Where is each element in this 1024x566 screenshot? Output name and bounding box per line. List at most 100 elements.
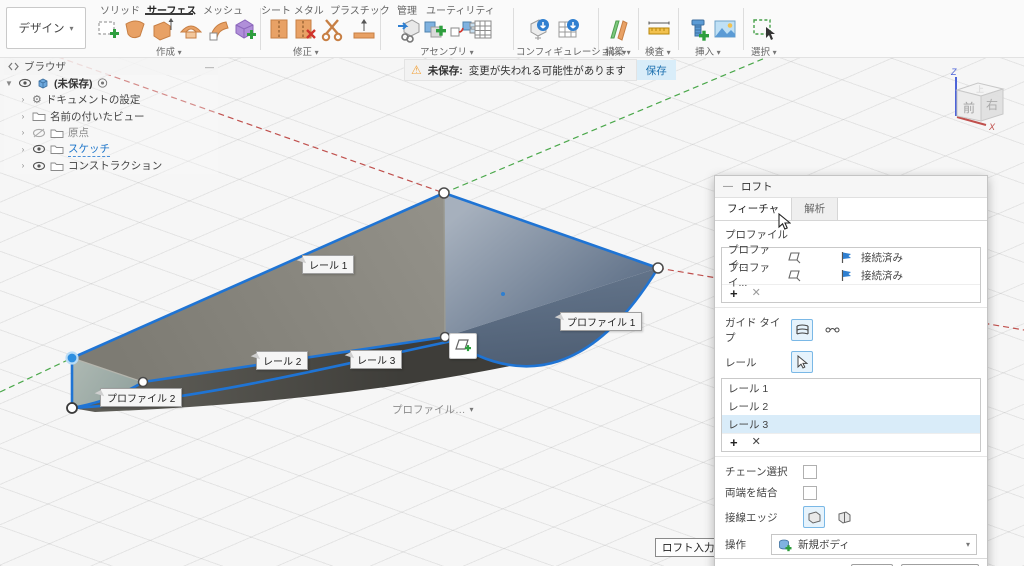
rail1-tag[interactable]: レール 1	[302, 255, 355, 274]
collapse-icon[interactable]: —	[723, 181, 733, 192]
eye-icon[interactable]	[32, 160, 46, 172]
browser-header[interactable]: ブラウザ —	[4, 58, 218, 75]
rail2-tag[interactable]: レール 2	[256, 351, 309, 370]
profile2-tag[interactable]: プロファイル 2	[100, 388, 183, 407]
bom-table-icon[interactable]	[468, 16, 494, 43]
group-insert[interactable]: 挿入 ▾	[695, 44, 721, 58]
profile-row-2[interactable]: プロファイ... 接続済み	[722, 262, 980, 289]
merge-ends-label: 両端を結合	[725, 487, 778, 499]
chevron-right-icon[interactable]: ›	[18, 128, 28, 137]
silhouette-edge	[443, 192, 446, 338]
remove-profile-row-button[interactable]: ✕	[752, 288, 761, 299]
insert-image-icon[interactable]	[712, 16, 738, 43]
tangent-edge-option2-button[interactable]	[833, 506, 855, 528]
workspace-selector-button[interactable]: デザイン ▾	[6, 7, 86, 49]
chevron-right-icon[interactable]: ›	[18, 161, 28, 170]
add-profile-row-button[interactable]: +	[730, 287, 738, 300]
chevron-right-icon[interactable]: ›	[18, 95, 28, 104]
unstitch-icon[interactable]	[293, 16, 319, 43]
chevron-right-icon[interactable]: ›	[18, 112, 28, 121]
group-create[interactable]: 作成 ▾	[156, 44, 182, 58]
extrude-surface-icon[interactable]	[150, 16, 176, 43]
viewcube-top-glyph: 上	[976, 85, 984, 94]
tab-manage[interactable]: 管理	[397, 2, 417, 17]
rail-row-3-selected[interactable]: レール 3	[722, 415, 980, 433]
profile-dropdown[interactable]: プロファイル… ▾	[392, 402, 474, 417]
group-inspect[interactable]: 検査 ▾	[645, 44, 671, 58]
thicken-icon[interactable]	[351, 16, 377, 43]
construct-plane-icon[interactable]	[606, 16, 632, 43]
rail-select-cursor-button[interactable]	[791, 351, 813, 373]
eye-icon[interactable]	[18, 77, 32, 89]
rail3-tag[interactable]: レール 3	[350, 350, 403, 369]
activate-radio-icon[interactable]	[97, 77, 108, 89]
browser-item-sketches[interactable]: › スケッチ	[4, 141, 218, 158]
guide-type-label: ガイド タイプ	[725, 317, 781, 344]
tab-solid[interactable]: ソリッド	[100, 2, 140, 17]
remove-rail-button[interactable]: ✕	[752, 437, 761, 448]
operation-select[interactable]: 新規ボディ ▾	[771, 534, 977, 555]
group-select[interactable]: 選択 ▾	[751, 44, 777, 58]
create-sketch-icon[interactable]	[96, 16, 122, 43]
eye-off-icon[interactable]	[32, 127, 46, 139]
configure-design-icon[interactable]	[527, 16, 553, 43]
browser-item-named-views[interactable]: › 名前の付いたビュー	[4, 108, 218, 125]
chain-select-checkbox[interactable]	[803, 464, 817, 479]
save-button[interactable]: 保存	[636, 60, 676, 80]
stitch-icon[interactable]	[267, 16, 293, 43]
rail-point[interactable]	[501, 292, 505, 296]
chevron-down-icon[interactable]: ▼	[4, 79, 14, 88]
browser-item-construction[interactable]: › コンストラクション	[4, 157, 218, 174]
merge-ends-checkbox[interactable]	[803, 485, 817, 500]
sweep-surface-icon[interactable]	[206, 16, 232, 43]
select-tool-icon[interactable]	[751, 16, 777, 43]
tab-analysis[interactable]: 解析	[792, 198, 839, 220]
trim-scissors-icon[interactable]	[320, 16, 346, 43]
tab-sheetmetal[interactable]: シート メタル	[261, 2, 324, 17]
add-profile-button[interactable]	[449, 333, 477, 359]
vertex-right[interactable]	[652, 262, 664, 274]
tab-mesh[interactable]: メッシュ	[203, 2, 243, 17]
vertex-left-tip-selected[interactable]	[65, 351, 79, 365]
unsaved-warning-bar: ⚠ 未保存: 変更が失われる可能性があります 保存	[404, 59, 676, 81]
guide-type-rails-button[interactable]	[791, 319, 813, 341]
new-body-icon	[779, 539, 792, 551]
browser-item-label: 原点	[68, 127, 89, 140]
warning-title: 未保存:	[427, 64, 463, 77]
toolbar-divider	[743, 8, 744, 50]
tab-utilities[interactable]: ユーティリティ	[426, 2, 495, 17]
tangent-edge-option1-button[interactable]	[803, 506, 825, 528]
browser-item-document-settings[interactable]: › ⚙ ドキュメントの設定	[4, 91, 218, 108]
vertex-left-mid[interactable]	[137, 376, 149, 388]
patch-surface-icon[interactable]	[122, 16, 148, 43]
vertex-top[interactable]	[438, 187, 450, 199]
rail-row-1[interactable]: レール 1	[722, 379, 980, 397]
fusion360-window: レール 1 レール 2 レール 3 プロファイル 1 プロファイル 2 プロファ…	[0, 0, 1024, 566]
viewcube-front-glyph: 前	[963, 100, 975, 115]
add-rail-button[interactable]: +	[730, 436, 738, 449]
insert-component-icon[interactable]	[396, 16, 422, 43]
group-modify[interactable]: 修正 ▾	[293, 44, 319, 58]
guide-type-centerline-button[interactable]	[821, 319, 843, 341]
collapse-icon[interactable]: —	[205, 62, 214, 72]
browser-root-row[interactable]: ▼ (未保存)	[4, 75, 218, 92]
create-form-icon[interactable]	[232, 16, 258, 43]
browser-item-origin[interactable]: › 原点	[4, 124, 218, 141]
dialog-tabs: フィーチャ 解析	[715, 198, 987, 221]
configuration-table-icon[interactable]	[556, 16, 582, 43]
insert-fastener-icon[interactable]	[686, 16, 712, 43]
ribbon-toolbar: デザイン ▾ ソリッド サーフェス メッシュ シート メタル プラスチック 管理…	[0, 0, 1024, 58]
rail-row-2[interactable]: レール 2	[722, 397, 980, 415]
new-component-icon[interactable]	[422, 16, 448, 43]
group-assemble[interactable]: アセンブリ ▾	[420, 44, 474, 58]
surface-split-icon	[838, 511, 850, 524]
loft-dialog-header[interactable]: — ロフト	[715, 176, 987, 198]
revolve-surface-icon[interactable]	[178, 16, 204, 43]
measure-icon[interactable]	[646, 16, 672, 43]
chevron-right-icon[interactable]: ›	[18, 145, 28, 154]
eye-icon[interactable]	[32, 143, 46, 155]
vertex-left-bottom[interactable]	[66, 402, 78, 414]
group-construct[interactable]: 構築 ▾	[605, 44, 631, 58]
viewcube[interactable]: Z X 前 右 上	[920, 55, 1024, 150]
profile1-tag[interactable]: プロファイル 1	[560, 312, 643, 331]
